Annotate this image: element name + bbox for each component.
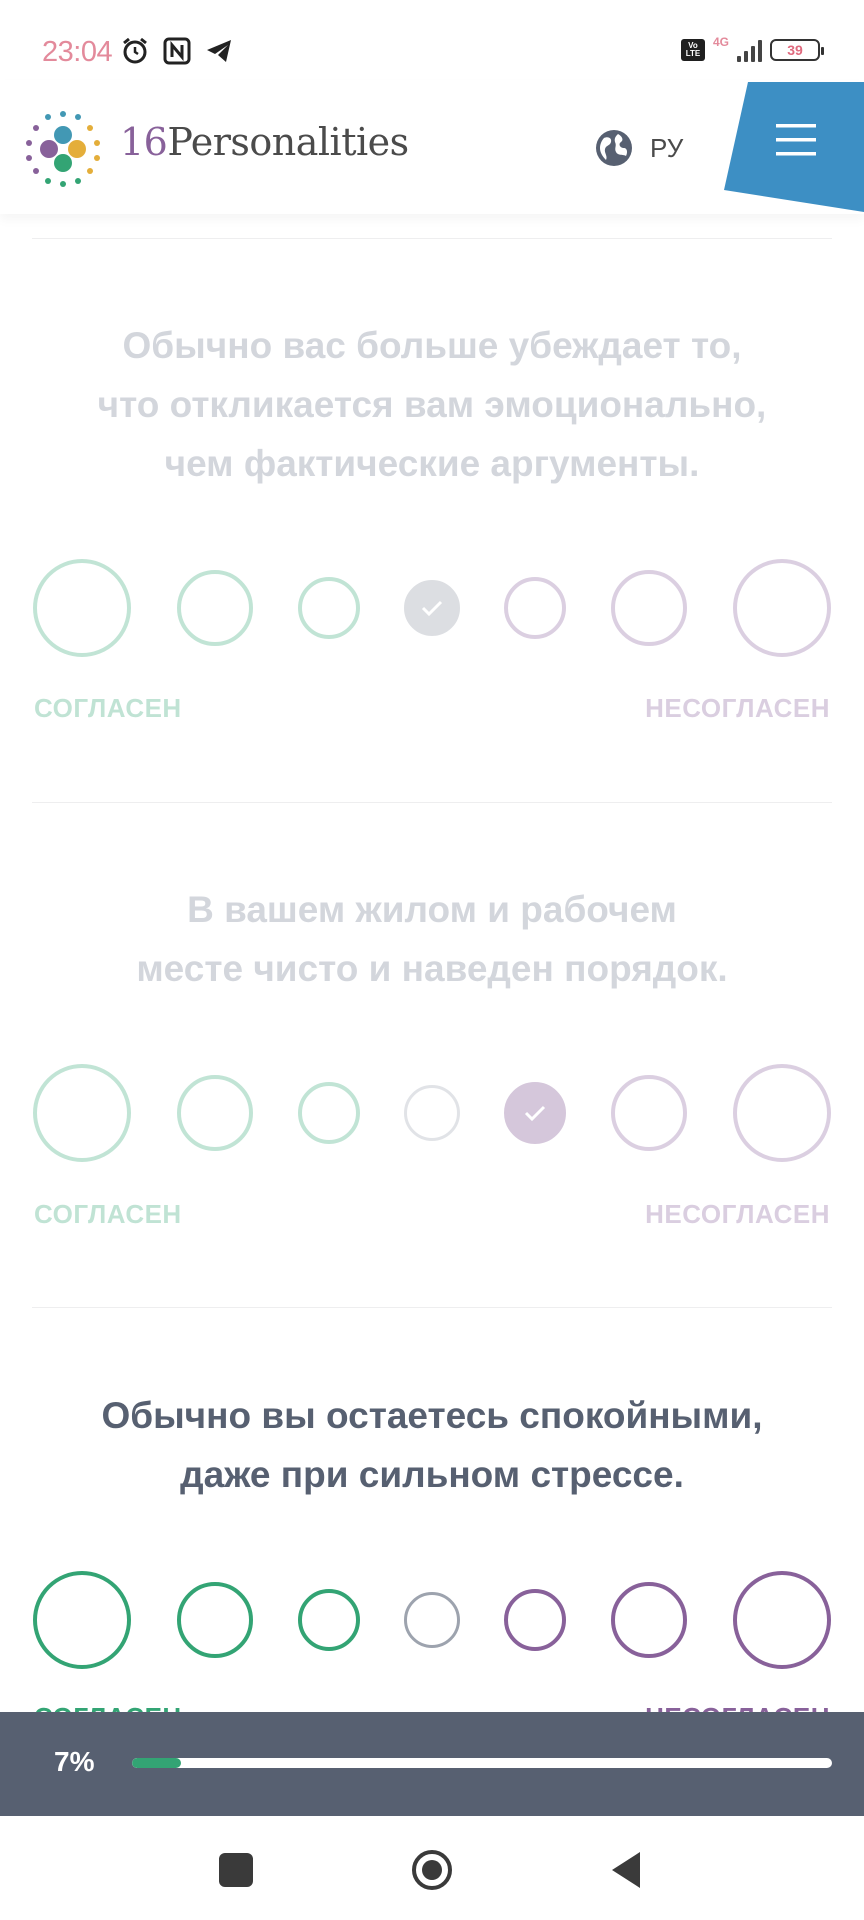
answer-option-agree[interactable] <box>177 1582 253 1658</box>
progress-percent: 7% <box>54 1746 95 1777</box>
question-line: Обычно вы остаетесь спокойными, <box>101 1395 763 1436</box>
progress-fill <box>132 1758 181 1768</box>
answer-option-slightly-agree[interactable] <box>298 577 360 639</box>
network-type: 4G <box>712 35 729 49</box>
answer-option-strongly-disagree[interactable] <box>733 1571 831 1669</box>
battery-icon: 39 <box>770 39 824 61</box>
home-icon[interactable] <box>410 1848 454 1892</box>
question-line: В вашем жилом и рабочем <box>187 889 677 930</box>
checkmark-icon <box>524 1105 546 1122</box>
question-line: месте чисто и наведен порядок. <box>136 948 728 989</box>
disagree-label: НЕСОГЛАСЕН <box>645 693 830 723</box>
site-header: 16Personalities РУ <box>0 80 864 214</box>
answer-option-neutral[interactable] <box>404 580 460 636</box>
section-divider <box>32 238 832 239</box>
answer-option-agree[interactable] <box>177 1075 253 1151</box>
answer-option-neutral[interactable] <box>404 1085 460 1141</box>
question-line: чем фактические аргументы. <box>164 443 700 484</box>
answer-option-slightly-agree[interactable] <box>298 1082 360 1144</box>
answer-option-slightly-disagree[interactable] <box>504 1082 566 1144</box>
menu-button[interactable] <box>724 82 864 212</box>
language-label: РУ <box>650 132 684 163</box>
answer-option-strongly-agree[interactable] <box>33 1571 131 1669</box>
disagree-label: НЕСОГЛАСЕН <box>645 1199 830 1229</box>
question-text: В вашем жилом и рабочем месте чисто и нав… <box>40 880 824 998</box>
answer-option-slightly-disagree[interactable] <box>504 577 566 639</box>
answer-option-disagree[interactable] <box>611 1582 687 1658</box>
globe-icon <box>596 130 632 166</box>
answer-scale <box>0 1570 864 1670</box>
logo-icon[interactable] <box>20 106 106 192</box>
system-nav-bar <box>0 1816 864 1920</box>
answer-option-strongly-disagree[interactable] <box>733 559 831 657</box>
question-line: Обычно вас больше убеждает то, <box>122 325 742 366</box>
question-text: Обычно вы остаетесь спокойными, даже при … <box>40 1386 824 1504</box>
question-line: даже при сильном стрессе. <box>180 1454 684 1495</box>
question-line: что откликается вам эмоционально, <box>97 384 767 425</box>
recents-icon[interactable] <box>214 1848 258 1892</box>
answer-option-agree[interactable] <box>177 570 253 646</box>
section-divider <box>32 1307 832 1308</box>
progress-track <box>132 1758 832 1768</box>
section-divider <box>32 802 832 803</box>
answer-option-disagree[interactable] <box>611 1075 687 1151</box>
battery-level: 39 <box>787 42 803 58</box>
back-icon[interactable] <box>606 1848 650 1892</box>
status-bar: 23:04 Vo LTE 4G 39 <box>0 0 864 80</box>
nfc-icon <box>163 37 191 65</box>
answer-option-disagree[interactable] <box>611 570 687 646</box>
alarm-icon <box>123 37 147 64</box>
answer-option-strongly-disagree[interactable] <box>733 1064 831 1162</box>
signal-icon <box>737 38 762 62</box>
agree-label: СОГЛАСЕН <box>34 1199 182 1229</box>
status-time: 23:04 <box>42 36 113 68</box>
answer-option-strongly-agree[interactable] <box>33 559 131 657</box>
checkmark-icon <box>421 600 443 617</box>
answer-scale <box>0 558 864 658</box>
answer-option-neutral[interactable] <box>404 1592 460 1648</box>
answer-scale <box>0 1063 864 1163</box>
logo-text[interactable]: 16Personalities <box>120 120 409 164</box>
answer-option-strongly-agree[interactable] <box>33 1064 131 1162</box>
progress-bar: 7% <box>0 1712 864 1816</box>
language-selector[interactable]: РУ <box>594 128 683 168</box>
answer-option-slightly-disagree[interactable] <box>504 1589 566 1651</box>
volte-icon: Vo LTE <box>680 39 705 61</box>
agree-label: СОГЛАСЕН <box>34 693 182 723</box>
telegram-icon <box>207 40 231 62</box>
question-text: Обычно вас больше убеждает то, что отклик… <box>40 316 824 493</box>
answer-option-slightly-agree[interactable] <box>298 1589 360 1651</box>
